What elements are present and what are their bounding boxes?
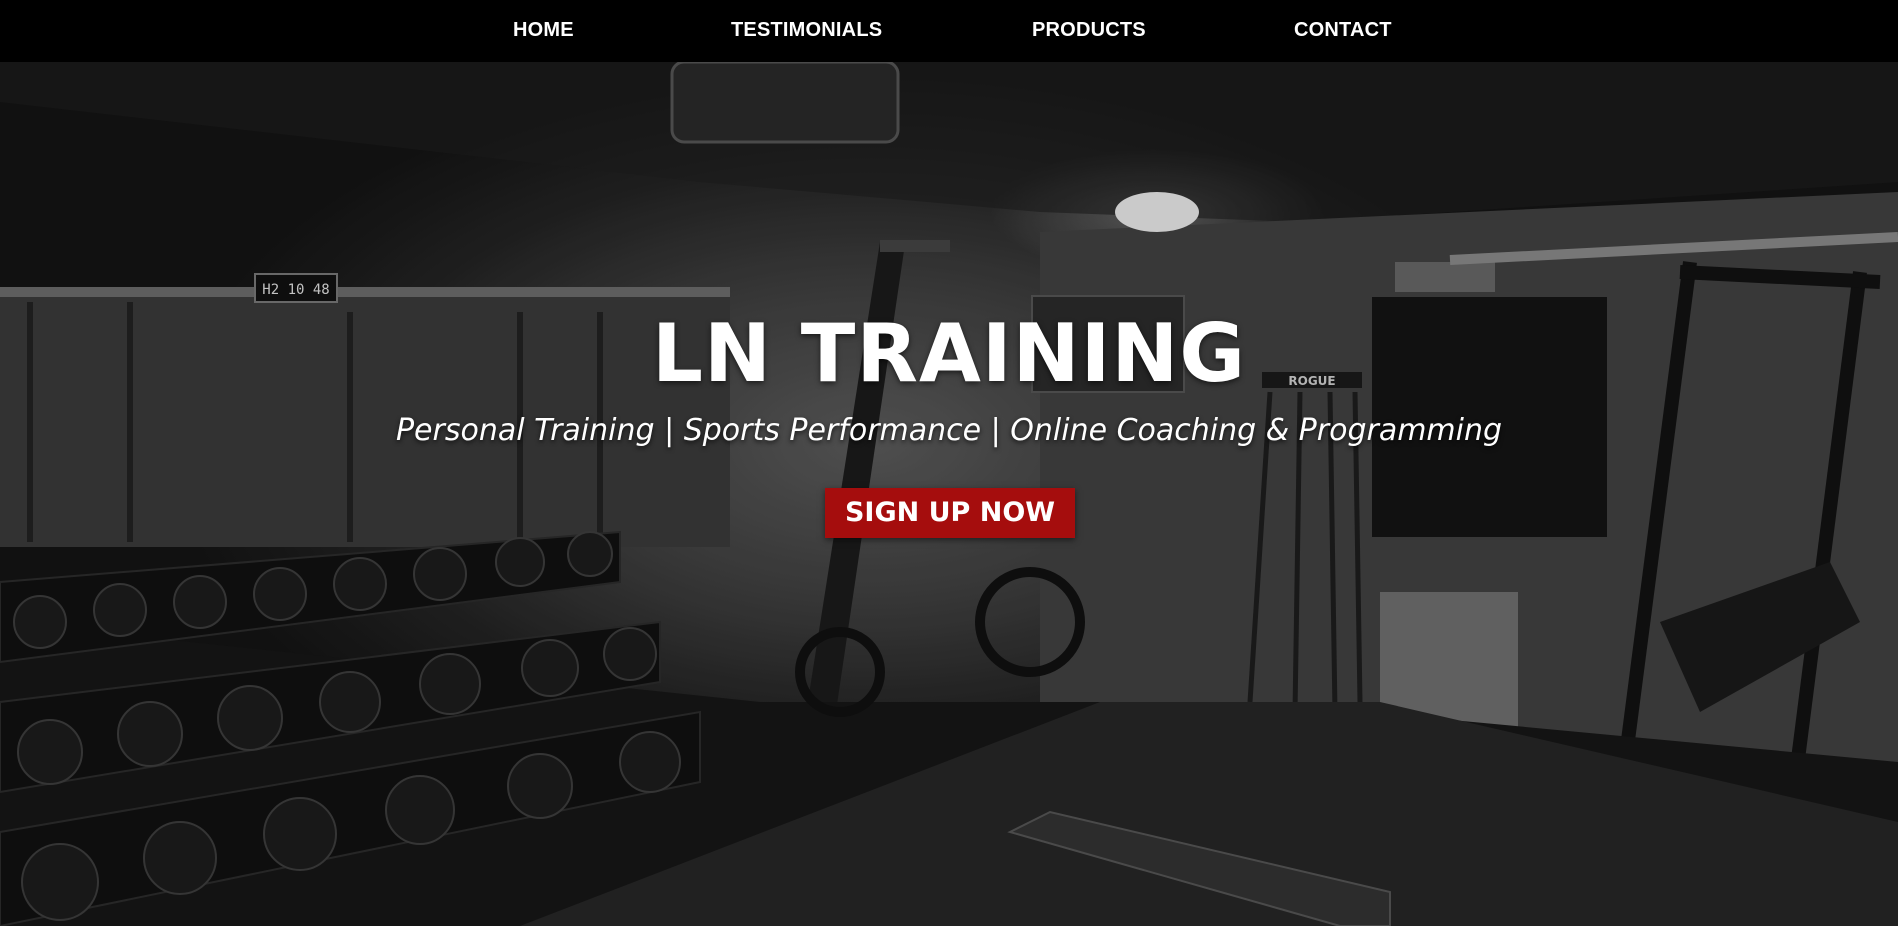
hero-title: LN TRAINING xyxy=(652,307,1246,400)
page: HOME TESTIMONIALS PRODUCTS CONTACT H2 10… xyxy=(0,0,1898,926)
hero-section: H2 10 48 ROGUE LN TRAINING Personal Trai… xyxy=(0,62,1898,926)
top-navbar: HOME TESTIMONIALS PRODUCTS CONTACT xyxy=(0,0,1898,62)
nav-products-link[interactable]: PRODUCTS xyxy=(1032,19,1146,42)
hero-subtitle: Personal Training | Sports Performance |… xyxy=(395,413,1503,448)
sign-up-now-button[interactable]: SIGN UP NOW xyxy=(825,488,1075,538)
nav-contact-link[interactable]: CONTACT xyxy=(1294,19,1392,42)
nav-testimonials-link[interactable]: TESTIMONIALS xyxy=(731,19,882,42)
nav-home-link[interactable]: HOME xyxy=(513,19,574,42)
